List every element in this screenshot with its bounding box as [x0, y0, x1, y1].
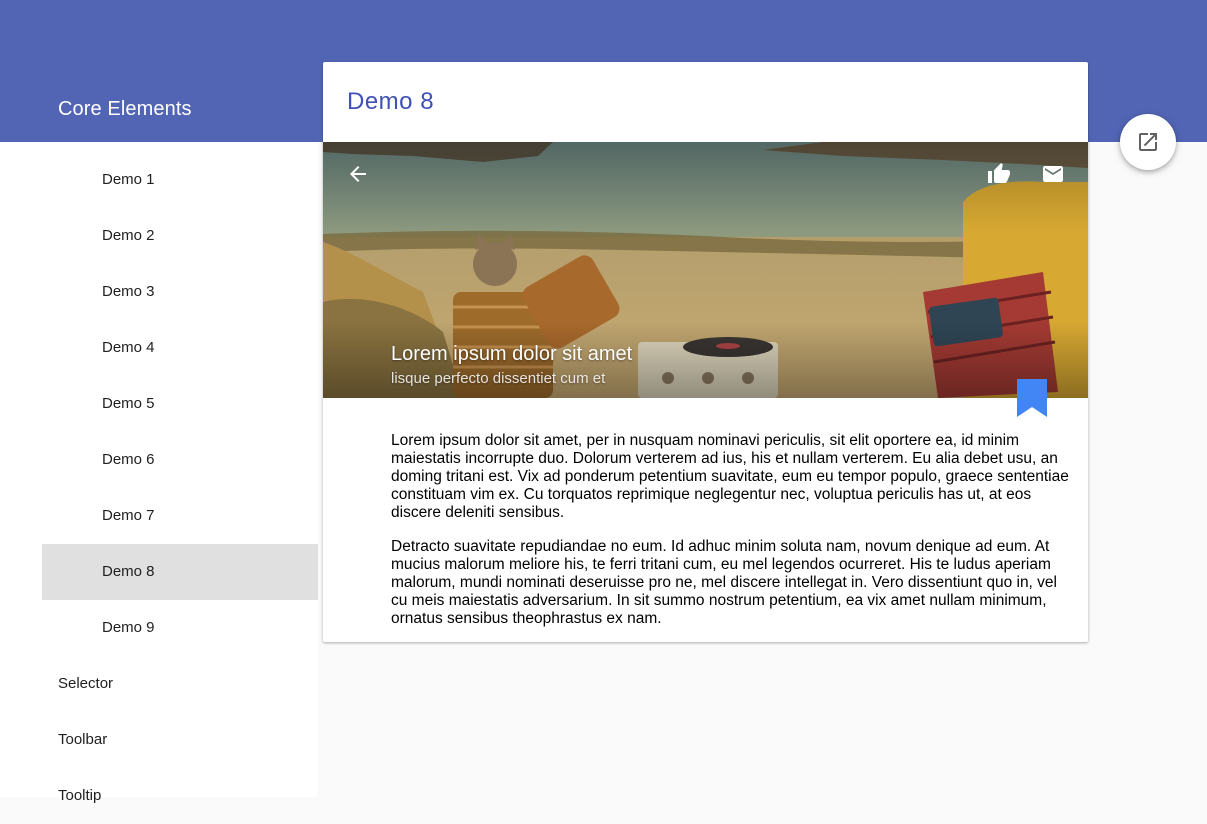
sidebar-item-demo-3[interactable]: Demo 3	[42, 264, 318, 320]
sidebar-item-demo-7[interactable]: Demo 7	[42, 488, 318, 544]
open-in-new-button[interactable]	[1120, 114, 1176, 170]
bookmark-icon[interactable]	[1017, 379, 1047, 417]
sidebar-item-demo-5[interactable]: Demo 5	[42, 376, 318, 432]
hero-subheading: lisque perfecto dissentiet cum et	[391, 370, 606, 387]
sidebar-item-demo-9[interactable]: Demo 9	[42, 600, 318, 656]
thumb-up-icon[interactable]	[987, 162, 1011, 186]
sidebar-item-demo-8[interactable]: Demo 8	[42, 544, 318, 600]
sidebar-item-demo-1[interactable]: Demo 1	[42, 152, 318, 208]
hero-heading: Lorem ipsum dolor sit amet	[391, 343, 633, 365]
card-body: Lorem ipsum dolor sit amet, per in nusqu…	[391, 432, 1071, 644]
paragraph-2: Detracto suavitate repudiandae no eum. I…	[391, 538, 1057, 627]
paragraph-1: Lorem ipsum dolor sit amet, per in nusqu…	[391, 432, 1069, 521]
card-title: Demo 8	[347, 88, 435, 115]
open-in-new-icon	[1139, 133, 1157, 151]
arrow-back-icon[interactable]	[346, 162, 370, 186]
sidebar-item-selector[interactable]: Selector	[0, 656, 318, 712]
sidebar-item-tooltip[interactable]: Tooltip	[0, 768, 318, 824]
mail-icon[interactable]	[1041, 162, 1065, 186]
sidebar-nav: Demo 1 Demo 2 Demo 3 Demo 4 Demo 5 Demo …	[0, 142, 318, 804]
sidebar-item-demo-4[interactable]: Demo 4	[42, 320, 318, 376]
sidebar-item-demo-6[interactable]: Demo 6	[42, 432, 318, 488]
app-title: Core Elements	[58, 98, 192, 120]
demo-card: Demo 8 Lorem ipsum dolor sit amet lisque…	[323, 62, 1088, 642]
sidebar-item-toolbar[interactable]: Toolbar	[0, 712, 318, 768]
sidebar-item-demo-2[interactable]: Demo 2	[42, 208, 318, 264]
hero-image: Lorem ipsum dolor sit amet lisque perfec…	[323, 142, 1088, 398]
